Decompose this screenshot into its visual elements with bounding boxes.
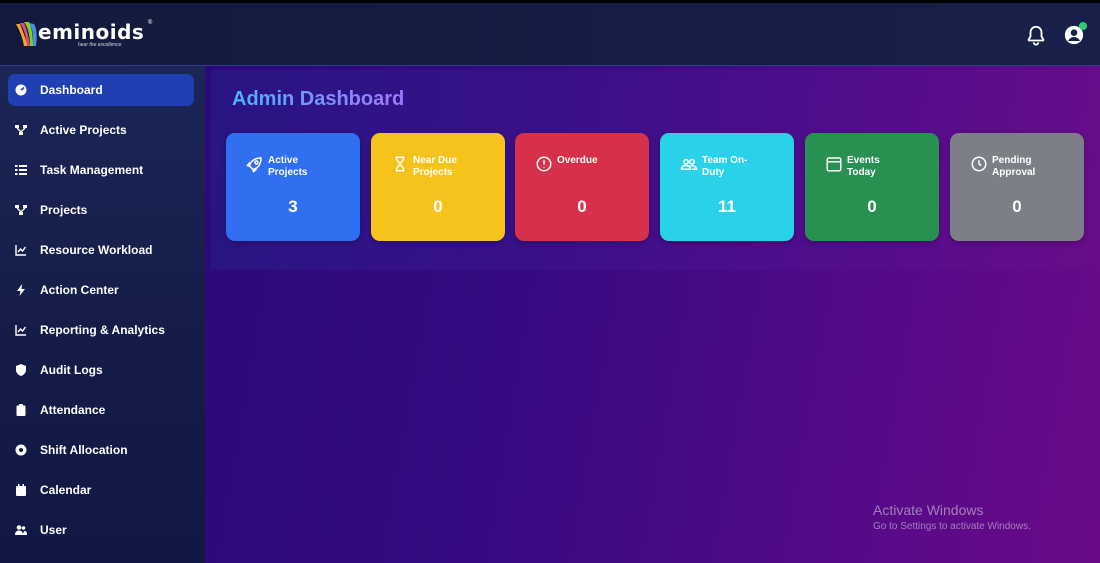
chart-line-icon [14, 243, 28, 257]
sidebar-item-label: User [40, 523, 67, 537]
card-value: 0 [1012, 197, 1022, 216]
card-label: Near Due Projects [413, 155, 457, 178]
clipboard-icon [14, 403, 28, 417]
stat-card-overdue[interactable]: Overdue 0 [515, 133, 649, 241]
sidebar-item-label: Attendance [40, 403, 106, 417]
sidebar-item-attendance[interactable]: Attendance [8, 394, 194, 426]
sidebar-item-reporting-analytics[interactable]: Reporting & Analytics [8, 314, 194, 346]
card-label: Pending Approval [992, 155, 1036, 178]
sidebar-item-label: Audit Logs [40, 363, 103, 377]
watermark-title: Activate Windows [873, 502, 984, 518]
brand-name: eminoids [38, 20, 145, 44]
stat-card-near-due-projects[interactable]: Near Due Projects 0 [371, 133, 505, 241]
page-title: Admin Dashboard [232, 88, 405, 110]
sidebar-item-label: Dashboard [40, 83, 103, 97]
shield-icon [14, 363, 28, 377]
sidebar-item-active-projects[interactable]: Active Projects [8, 114, 194, 146]
trademark-symbol: ® [147, 20, 153, 26]
sidebar-item-projects[interactable]: Projects [8, 194, 194, 226]
chart-line-icon [14, 323, 28, 337]
sidebar-item-label: Projects [40, 203, 88, 217]
stat-card-pending-approval[interactable]: Pending Approval 0 [950, 133, 1084, 241]
sidebar-item-dashboard[interactable]: Dashboard [8, 74, 194, 106]
sidebar-item-label: Calendar [40, 483, 92, 497]
bell-icon[interactable] [1025, 24, 1047, 46]
sidebar-item-label: Shift Allocation [40, 443, 128, 457]
card-value: 0 [433, 197, 443, 216]
calendar-event-icon [825, 155, 843, 173]
sidebar-item-audit-logs[interactable]: Audit Logs [8, 354, 194, 386]
online-status-dot [1079, 22, 1087, 30]
sidebar-item-label: Action Center [40, 283, 119, 297]
brand-tagline: hear the excellence [78, 42, 122, 48]
project-tree-icon [14, 203, 28, 217]
activate-windows-watermark: Activate Windows Go to Settings to activ… [873, 502, 1031, 532]
project-tree-icon [14, 123, 28, 137]
stat-card-team-on-duty[interactable]: Team On-Duty 11 [660, 133, 794, 241]
card-label: Team On-Duty [702, 155, 748, 178]
card-value: 0 [577, 197, 587, 216]
watermark-subtitle: Go to Settings to activate Windows. [873, 521, 1031, 532]
calendar-icon [14, 483, 28, 497]
stat-card-active-projects[interactable]: Active Projects 3 [226, 133, 360, 241]
card-value: 0 [867, 197, 877, 216]
sidebar-item-shift-allocation[interactable]: Shift Allocation [8, 434, 194, 466]
brand-logo[interactable]: eminoids hear the excellence ® [12, 20, 152, 54]
clock-icon [970, 155, 988, 173]
dashboard-icon [14, 83, 28, 97]
sidebar-item-label: Task Management [40, 163, 144, 177]
card-value: 11 [718, 197, 736, 216]
main-content: Admin Dashboard Active Projects 3 Near D… [205, 66, 1100, 563]
hourglass-icon [391, 155, 409, 173]
sidebar-item-user[interactable]: User [8, 514, 194, 546]
sidebar: Dashboard Active Projects Task Managemen… [0, 66, 205, 563]
sidebar-item-label: Resource Workload [40, 243, 153, 257]
sidebar-item-calendar[interactable]: Calendar [8, 474, 194, 506]
card-label: Events Today [847, 155, 880, 178]
top-bar: eminoids hear the excellence ® [0, 0, 1100, 66]
stat-card-events-today[interactable]: Events Today 0 [805, 133, 939, 241]
sidebar-item-label: Reporting & Analytics [40, 323, 165, 337]
card-label: Active Projects [268, 155, 308, 178]
bolt-icon [14, 283, 28, 297]
sidebar-item-task-management[interactable]: Task Management [8, 154, 194, 186]
card-value: 3 [288, 197, 298, 216]
sidebar-item-label: Active Projects [40, 123, 127, 137]
task-list-icon [14, 163, 28, 177]
rocket-icon [246, 155, 264, 173]
sidebar-item-resource-workload[interactable]: Resource Workload [8, 234, 194, 266]
team-icon [680, 155, 698, 173]
sidebar-item-action-center[interactable]: Action Center [8, 274, 194, 306]
card-label: Overdue [557, 155, 598, 166]
cog-icon [14, 443, 28, 457]
dashboard-panel: Admin Dashboard Active Projects 3 Near D… [211, 70, 1100, 270]
alert-circle-icon [535, 155, 553, 173]
users-icon [14, 523, 28, 537]
